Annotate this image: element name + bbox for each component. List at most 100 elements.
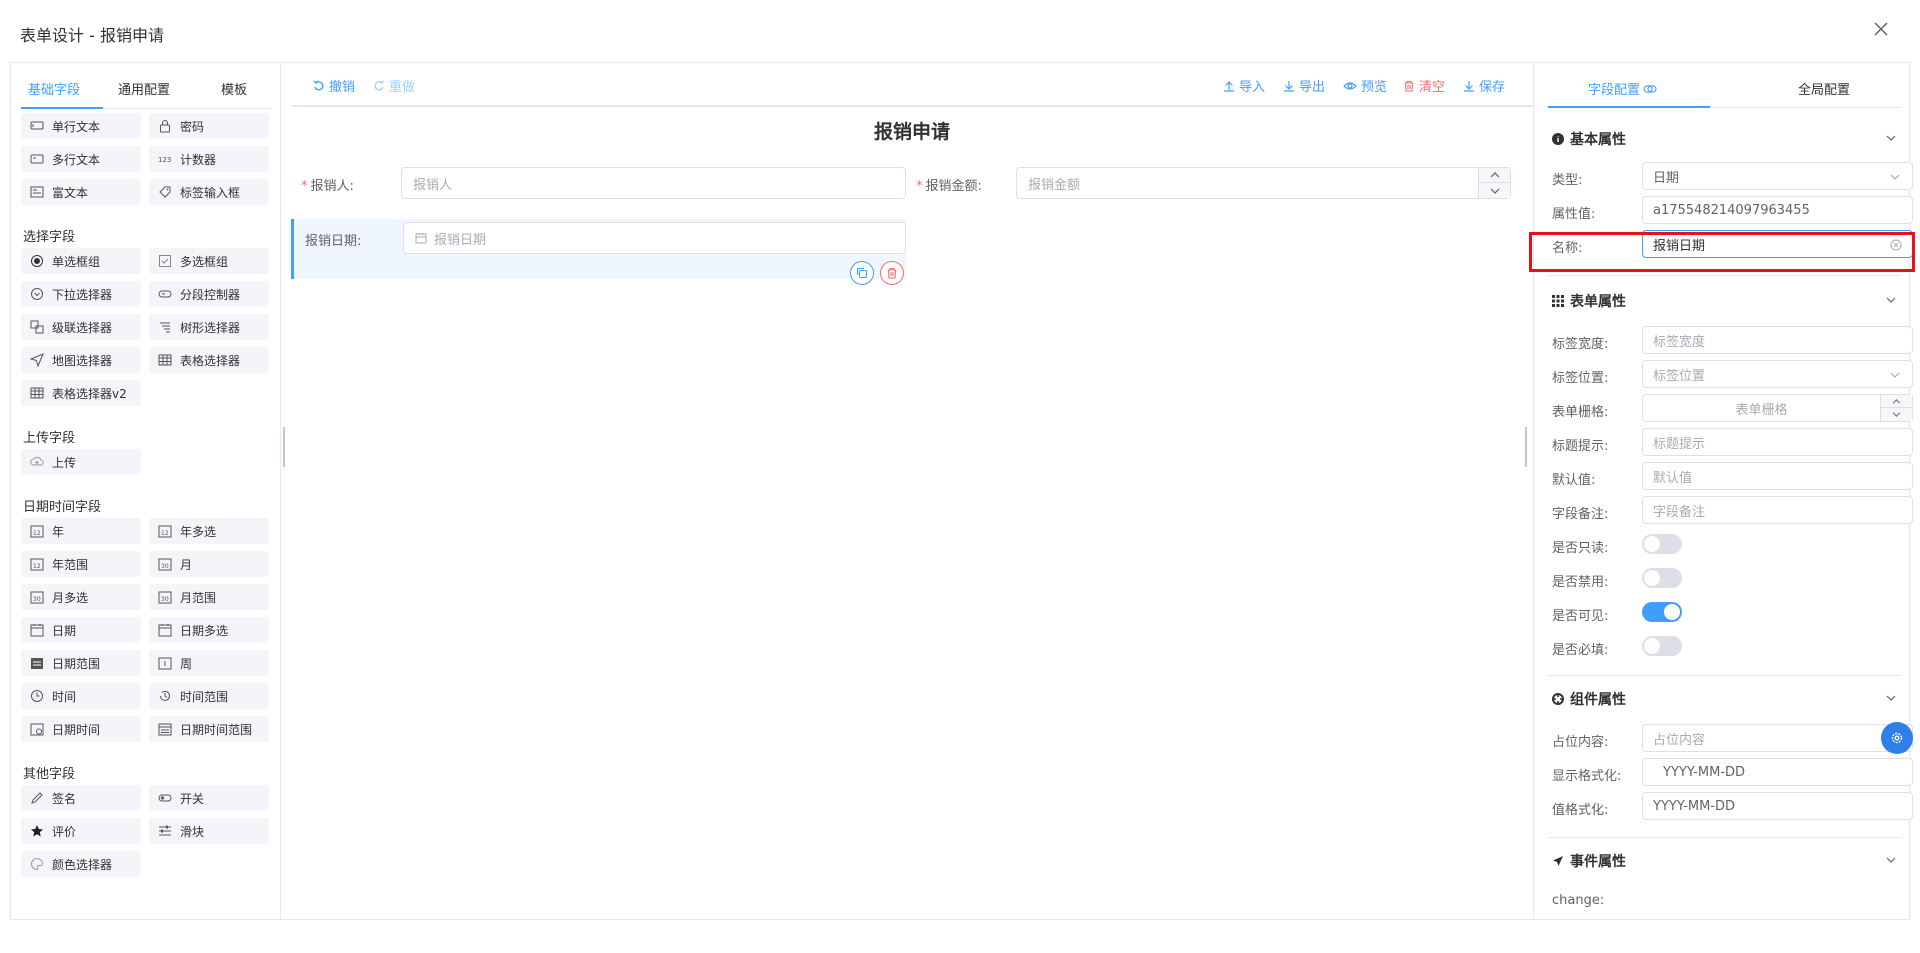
- copy-field-button[interactable]: [850, 261, 874, 285]
- prop-value: a175548214097963455: [1653, 202, 1810, 218]
- undo-button[interactable]: 撤销: [313, 76, 355, 95]
- widget-item[interactable]: 时间: [21, 683, 141, 709]
- close-icon[interactable]: [1870, 18, 1892, 40]
- tab-field-config[interactable]: 字段配置: [1588, 79, 1657, 98]
- basic-section-label: 基本属性: [1570, 132, 1626, 148]
- section-divider: [1548, 675, 1901, 676]
- widget-item[interactable]: 30 月: [149, 551, 269, 577]
- form-props-section-title[interactable]: 表单属性: [1552, 291, 1626, 311]
- widget-item[interactable]: 签名: [21, 785, 141, 811]
- link-icon: [1643, 84, 1657, 93]
- tab-common-config[interactable]: 通用配置: [118, 79, 170, 98]
- widget-item[interactable]: 树形选择器: [149, 314, 269, 340]
- label-width-input[interactable]: 标签宽度: [1642, 326, 1913, 354]
- widget-item[interactable]: 12 年: [21, 518, 141, 544]
- label-position-select[interactable]: 标签位置: [1642, 360, 1913, 388]
- default-value-input[interactable]: 默认值: [1642, 462, 1913, 490]
- readonly-toggle[interactable]: [1642, 534, 1682, 554]
- widget-item[interactable]: 12 年多选: [149, 518, 269, 544]
- widget-item[interactable]: 日期时间: [21, 716, 141, 742]
- widget-item[interactable]: 123 计数器: [149, 146, 269, 172]
- settings-fab[interactable]: [1881, 722, 1913, 754]
- prop-value-input[interactable]: a175548214097963455: [1642, 196, 1913, 224]
- widget-item[interactable]: 30 月多选: [21, 584, 141, 610]
- widget-item[interactable]: 多行文本: [21, 146, 141, 172]
- widget-item[interactable]: 日期时间范围: [149, 716, 269, 742]
- widget-item[interactable]: 多选框组: [149, 248, 269, 274]
- export-button[interactable]: 导出: [1283, 76, 1325, 95]
- widget-item[interactable]: 颜色选择器: [21, 851, 141, 877]
- left-splitter-handle[interactable]: [283, 427, 285, 467]
- chevron-down-icon[interactable]: [1885, 132, 1897, 144]
- events-section-title[interactable]: 事件属性: [1552, 851, 1626, 871]
- widget-item[interactable]: 周: [149, 650, 269, 676]
- chevron-down-icon[interactable]: [1885, 294, 1897, 306]
- tab-global-config[interactable]: 全局配置: [1798, 79, 1850, 98]
- pen-icon: [29, 791, 45, 805]
- tab-templates[interactable]: 模板: [221, 79, 247, 98]
- widget-item[interactable]: 日期: [21, 617, 141, 643]
- amount-input[interactable]: 报销金额: [1016, 167, 1511, 199]
- display-format-value: YYYY-MM-DD: [1663, 764, 1746, 780]
- preview-button[interactable]: 预览: [1343, 76, 1387, 95]
- change-event-label: change:: [1552, 893, 1605, 908]
- widget-item[interactable]: 表格选择器v2: [21, 380, 141, 406]
- widget-item[interactable]: 日期多选: [149, 617, 269, 643]
- value-format-input[interactable]: YYYY-MM-DD: [1642, 792, 1913, 820]
- widget-item[interactable]: 日期范围: [21, 650, 141, 676]
- type-select[interactable]: 日期: [1642, 162, 1913, 190]
- tab-basic-fields[interactable]: 基础字段: [28, 79, 80, 98]
- widget-item[interactable]: 时间范围: [149, 683, 269, 709]
- widget-item[interactable]: 表格选择器: [149, 347, 269, 373]
- form-grid-input[interactable]: 表单栅格: [1642, 394, 1913, 422]
- undo-icon: [313, 80, 324, 90]
- amount-stepper[interactable]: [1478, 168, 1510, 198]
- widget-item[interactable]: 下拉选择器: [21, 281, 141, 307]
- chevron-down-icon[interactable]: [1885, 854, 1897, 866]
- widget-item[interactable]: 滑块: [149, 818, 269, 844]
- widget-item[interactable]: 分段控制器: [149, 281, 269, 307]
- widget-item[interactable]: 评价: [21, 818, 141, 844]
- widget-item[interactable]: 级联选择器: [21, 314, 141, 340]
- import-label: 导入: [1239, 80, 1266, 95]
- redo-button[interactable]: 重做: [373, 76, 415, 95]
- widget-item[interactable]: 单选框组: [21, 248, 141, 274]
- calendar-12-icon: 12: [29, 557, 45, 571]
- component-icon: [1552, 693, 1564, 705]
- widget-item[interactable]: 地图选择器: [21, 347, 141, 373]
- required-toggle[interactable]: [1642, 636, 1682, 656]
- widget-item[interactable]: 30 月范围: [149, 584, 269, 610]
- save-button[interactable]: 保存: [1463, 76, 1505, 95]
- star-icon: [29, 824, 45, 838]
- date-input[interactable]: 报销日期: [403, 222, 906, 254]
- value-format-label: 值格式化:: [1552, 803, 1609, 818]
- reporter-input[interactable]: 报销人: [401, 167, 906, 199]
- stepper-down[interactable]: [1881, 408, 1912, 421]
- disabled-toggle[interactable]: [1642, 568, 1682, 588]
- stepper-down[interactable]: [1479, 183, 1510, 198]
- basic-section-title[interactable]: 基本属性: [1552, 129, 1626, 149]
- widget-item-label: 下拉选择器: [52, 287, 113, 302]
- title-tip-input[interactable]: 标题提示: [1642, 428, 1913, 456]
- import-button[interactable]: 导入: [1223, 76, 1265, 95]
- widget-item[interactable]: 单行文本: [21, 113, 141, 139]
- field-note-input[interactable]: 字段备注: [1642, 496, 1913, 524]
- widget-item[interactable]: 开关: [149, 785, 269, 811]
- widget-item[interactable]: 12 年范围: [21, 551, 141, 577]
- widget-item[interactable]: 富文本: [21, 179, 141, 205]
- form-grid-stepper[interactable]: [1880, 395, 1912, 421]
- display-format-input[interactable]: YYYY-MM-DD: [1642, 758, 1913, 786]
- right-splitter-handle[interactable]: [1525, 427, 1527, 467]
- stepper-up[interactable]: [1479, 168, 1510, 183]
- stepper-up[interactable]: [1881, 395, 1912, 408]
- placeholder-input[interactable]: 占位内容: [1642, 724, 1913, 752]
- form-grid-placeholder: 表单栅格: [1735, 402, 1788, 418]
- component-section-title[interactable]: 组件属性: [1552, 689, 1626, 709]
- widget-item[interactable]: 标签输入框: [149, 179, 269, 205]
- delete-field-button[interactable]: [880, 261, 904, 285]
- chevron-down-icon[interactable]: [1885, 692, 1897, 704]
- widget-item[interactable]: 上传: [21, 449, 141, 475]
- clear-button[interactable]: 清空: [1403, 76, 1445, 95]
- visible-toggle[interactable]: [1642, 602, 1682, 622]
- widget-item[interactable]: 密码: [149, 113, 269, 139]
